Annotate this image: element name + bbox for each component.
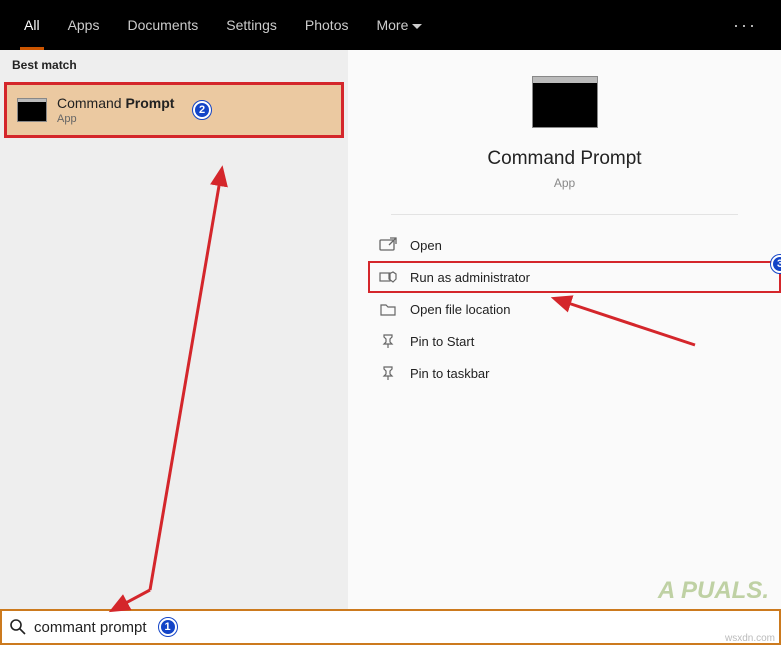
action-pin-to-start[interactable]: Pin to Start bbox=[368, 325, 781, 357]
details-panel: Command Prompt App Open Run as administr… bbox=[348, 50, 781, 609]
pin-taskbar-icon bbox=[380, 365, 396, 381]
details-subtitle: App bbox=[554, 176, 575, 190]
search-query-text: commant prompt bbox=[34, 619, 147, 636]
best-match-label: Best match bbox=[0, 50, 348, 80]
result-text: Command Prompt App bbox=[57, 95, 174, 125]
action-run-as-administrator[interactable]: Run as administrator 3 bbox=[368, 261, 781, 293]
open-icon bbox=[380, 237, 396, 253]
result-title: Command Prompt bbox=[57, 95, 174, 111]
annotation-badge-2: 2 bbox=[193, 101, 211, 119]
search-filter-bar: All Apps Documents Settings Photos More … bbox=[0, 0, 781, 50]
result-subtitle: App bbox=[57, 113, 174, 125]
action-open-loc-label: Open file location bbox=[410, 302, 510, 317]
action-run-admin-label: Run as administrator bbox=[410, 270, 530, 285]
tab-photos[interactable]: Photos bbox=[291, 0, 363, 50]
details-actions: Open Run as administrator 3 Open file lo… bbox=[348, 229, 781, 389]
folder-icon bbox=[380, 301, 396, 317]
tab-more-label: More bbox=[376, 17, 408, 33]
tab-more[interactable]: More bbox=[362, 0, 436, 50]
action-open-label: Open bbox=[410, 238, 442, 253]
annotation-badge-3: 3 bbox=[771, 255, 781, 273]
action-pin-start-label: Pin to Start bbox=[410, 334, 474, 349]
action-pin-taskbar-label: Pin to taskbar bbox=[410, 366, 490, 381]
command-prompt-large-icon bbox=[532, 76, 598, 128]
search-input-bar[interactable]: commant prompt 1 bbox=[0, 609, 781, 645]
more-options-button[interactable]: ··· bbox=[719, 15, 771, 36]
search-content: Best match Command Prompt App 2 Command … bbox=[0, 50, 781, 609]
details-title: Command Prompt bbox=[487, 148, 641, 170]
tab-documents[interactable]: Documents bbox=[113, 0, 212, 50]
action-open[interactable]: Open bbox=[368, 229, 781, 261]
action-pin-to-taskbar[interactable]: Pin to taskbar bbox=[368, 357, 781, 389]
tab-settings[interactable]: Settings bbox=[212, 0, 291, 50]
action-open-file-location[interactable]: Open file location bbox=[368, 293, 781, 325]
chevron-down-icon bbox=[412, 17, 422, 33]
results-panel: Best match Command Prompt App 2 bbox=[0, 50, 348, 609]
tab-all[interactable]: All bbox=[10, 0, 54, 50]
filter-tabs: All Apps Documents Settings Photos More bbox=[10, 0, 719, 50]
divider bbox=[391, 214, 737, 215]
result-command-prompt[interactable]: Command Prompt App 2 bbox=[4, 82, 344, 138]
admin-shield-icon bbox=[380, 269, 396, 285]
command-prompt-icon bbox=[17, 98, 47, 122]
search-icon bbox=[10, 619, 26, 635]
tab-apps[interactable]: Apps bbox=[54, 0, 114, 50]
annotation-badge-1: 1 bbox=[159, 618, 177, 636]
pin-start-icon bbox=[380, 333, 396, 349]
